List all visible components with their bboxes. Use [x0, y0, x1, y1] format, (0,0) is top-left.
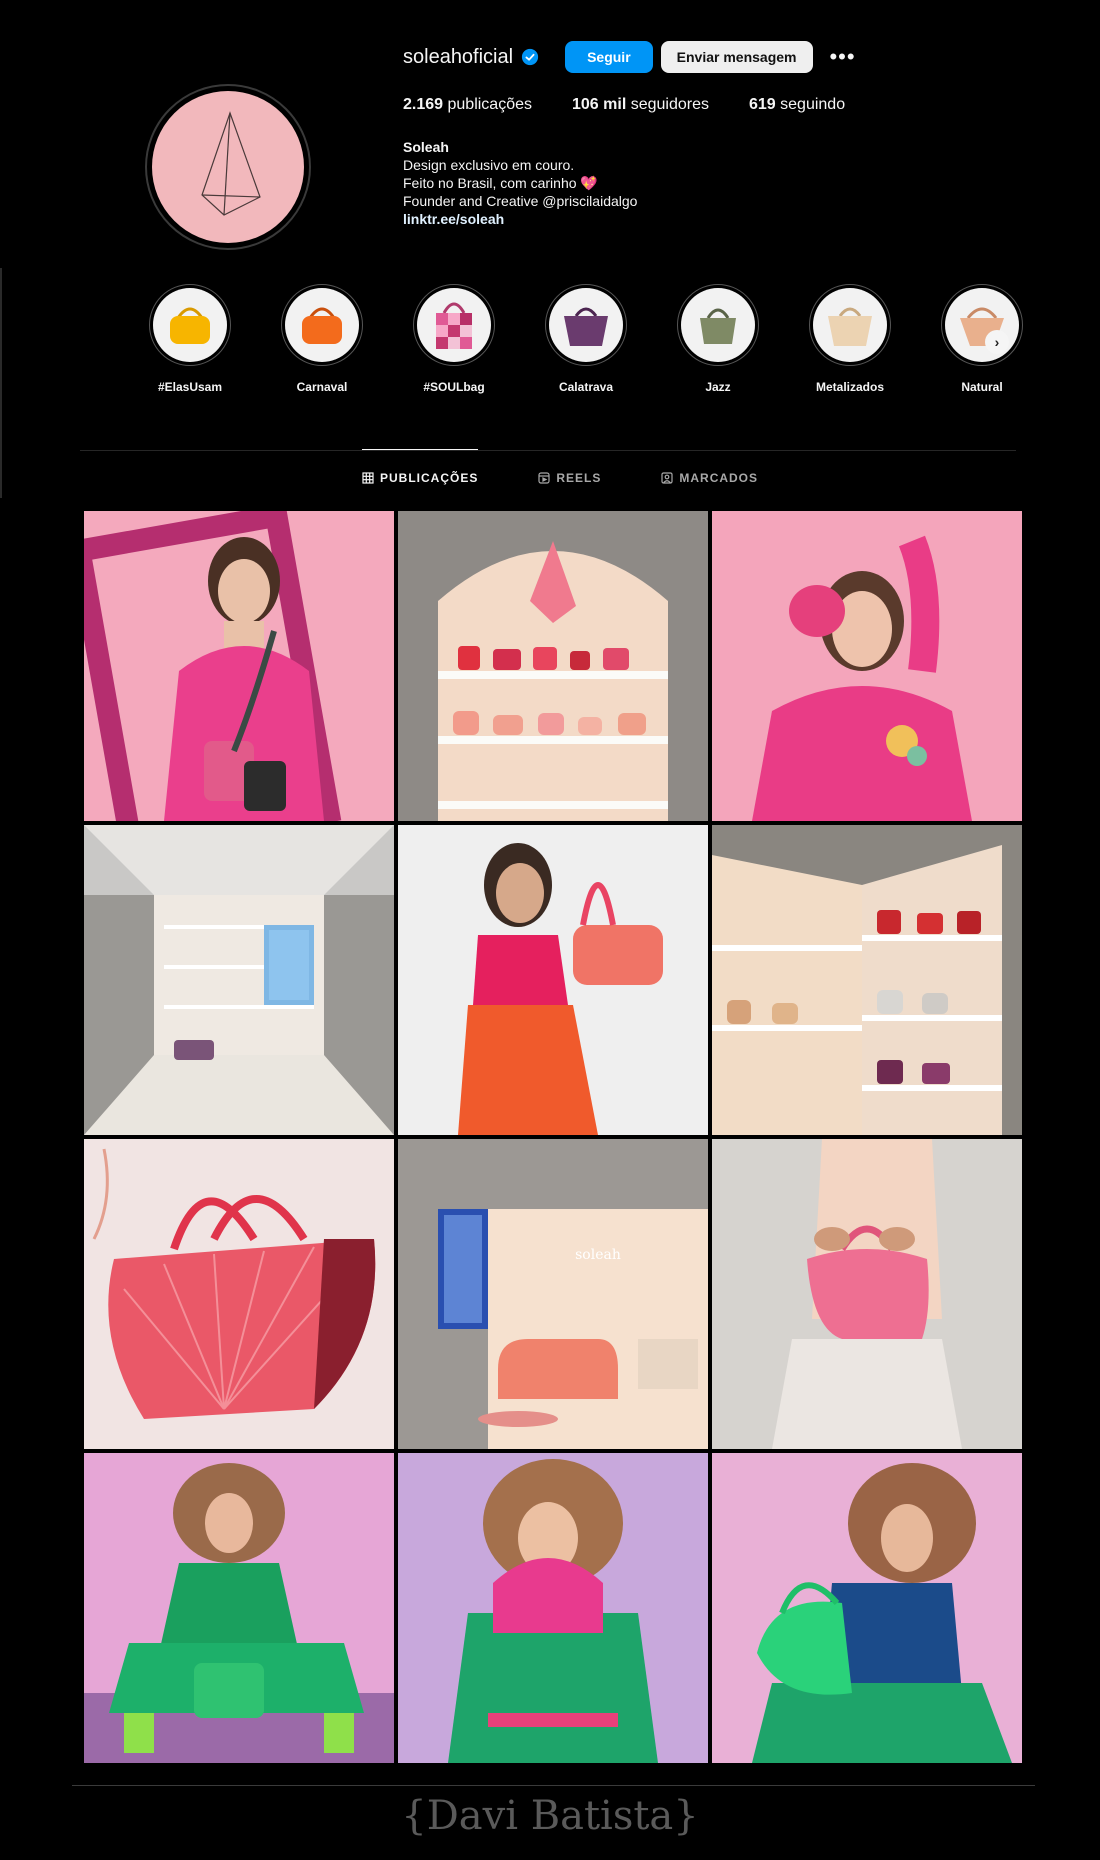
story-highlights: #ElasUsam Carnaval #SOULbag Calatrava Ja… — [124, 284, 1048, 394]
orange-bag-icon — [302, 307, 342, 344]
more-options-icon[interactable]: ••• — [829, 43, 857, 71]
posts-grid: soleah — [84, 511, 1022, 1763]
post-tile[interactable] — [398, 1453, 708, 1763]
post-image-store-interior — [84, 825, 394, 1135]
grid-icon — [362, 472, 374, 484]
posts-count-label: publicações — [447, 96, 533, 113]
following-count-value: 619 — [749, 96, 776, 113]
post-image-model-curly-seated — [84, 1453, 394, 1763]
posts-count[interactable]: 2.169 publicações — [403, 96, 532, 114]
followers-count-label: seguidores — [630, 96, 709, 113]
post-image-store-shelves-side — [712, 825, 1022, 1135]
metallic-bag-icon — [828, 307, 872, 346]
yellow-bag-icon — [170, 307, 210, 344]
purple-bag-icon — [564, 307, 608, 346]
bio-line-2: Feito no Brasil, com carinho 💖 — [403, 175, 598, 191]
followers-count[interactable]: 106 mil seguidores — [572, 96, 709, 114]
post-tile[interactable]: soleah — [398, 1139, 708, 1449]
logo-icon — [152, 91, 304, 243]
tab-reels-label: REELS — [556, 471, 602, 485]
post-image-pink-pouch-bag — [712, 1139, 1022, 1449]
profile-avatar[interactable] — [145, 84, 311, 250]
bio-link[interactable]: linktr.ee/soleah — [403, 210, 963, 228]
post-image-model-curly-clutch — [398, 1453, 708, 1763]
highlight-label: Metalizados — [815, 380, 884, 394]
highlight-natural[interactable]: Natural — [916, 284, 1048, 394]
highlight-soulbag[interactable]: #SOULbag — [388, 284, 520, 394]
patchwork-bag-icon — [436, 302, 472, 349]
tab-posts[interactable]: PUBLICAÇÕES — [362, 449, 479, 506]
followers-count-value: 106 mil — [572, 96, 627, 113]
tab-tagged[interactable]: MARCADOS — [661, 450, 758, 506]
post-tile[interactable] — [712, 1453, 1022, 1763]
tab-tagged-label: MARCADOS — [679, 471, 759, 485]
tab-reels[interactable]: REELS — [538, 450, 601, 506]
profile-stats: 2.169 publicações 106 mil seguidores 619… — [403, 96, 963, 114]
highlights-next-button[interactable]: › — [985, 330, 1009, 354]
tagged-icon — [661, 472, 673, 484]
tab-posts-label: PUBLICAÇÕES — [380, 471, 479, 485]
post-tile[interactable] — [84, 1139, 394, 1449]
highlight-elasusam[interactable]: #ElasUsam — [124, 284, 256, 394]
verified-badge-icon — [521, 48, 539, 66]
follow-button[interactable]: Seguir — [565, 41, 653, 73]
send-message-button[interactable]: Enviar mensagem — [660, 41, 813, 73]
post-tile[interactable] — [398, 511, 708, 821]
username[interactable]: soleahoficial — [403, 46, 513, 69]
post-tile[interactable] — [712, 825, 1022, 1135]
post-image-store-sofa: soleah — [398, 1139, 708, 1449]
highlight-label: Calatrava — [558, 380, 614, 394]
post-image-model-curly-green-bag — [712, 1453, 1022, 1763]
highlight-jazz[interactable]: Jazz — [652, 284, 784, 394]
post-tile[interactable] — [398, 825, 708, 1135]
posts-count-value: 2.169 — [403, 96, 444, 113]
highlight-label: Carnaval — [296, 380, 348, 394]
watermark: {Davi Batista} — [401, 1793, 699, 1839]
post-image-model-red-bag — [398, 825, 708, 1135]
following-count-label: seguindo — [780, 96, 846, 113]
post-tile[interactable] — [712, 511, 1022, 821]
bio-line-1: Design exclusivo em couro. — [403, 157, 575, 173]
highlight-label: #ElasUsam — [157, 380, 223, 394]
profile-bio: Soleah Design exclusivo em couro. Feito … — [403, 138, 963, 228]
post-image-fan-bag — [84, 1139, 394, 1449]
following-count[interactable]: 619 seguindo — [749, 96, 845, 114]
footer-divider — [72, 1785, 1035, 1786]
page-scrollbar[interactable] — [0, 268, 2, 498]
highlight-calatrava[interactable]: Calatrava — [520, 284, 652, 394]
bio-line-3[interactable]: Founder and Creative @priscilaidalgo — [403, 192, 963, 210]
highlight-label: Natural — [961, 380, 1003, 394]
olive-bag-icon — [700, 308, 736, 344]
highlight-label: Jazz — [705, 380, 731, 394]
profile-tabs: PUBLICAÇÕES REELS MARCADOS — [362, 449, 818, 506]
reels-icon — [538, 472, 550, 484]
post-image-model-pink-hoodie — [712, 511, 1022, 821]
profile-info: soleahoficial Seguir Enviar mensagem •••… — [403, 40, 963, 228]
highlight-metalizados[interactable]: Metalizados — [784, 284, 916, 394]
bio-name: Soleah — [403, 139, 449, 155]
post-tile[interactable] — [84, 511, 394, 821]
post-image-model-pink-frame — [84, 511, 394, 821]
highlight-label: #SOULbag — [423, 380, 485, 394]
post-tile[interactable] — [84, 1453, 394, 1763]
post-tile[interactable] — [712, 1139, 1022, 1449]
post-image-store-shelves-arch — [398, 511, 708, 821]
post-tile[interactable] — [84, 825, 394, 1135]
svg-text:soleah: soleah — [575, 1247, 621, 1263]
highlight-carnaval[interactable]: Carnaval — [256, 284, 388, 394]
